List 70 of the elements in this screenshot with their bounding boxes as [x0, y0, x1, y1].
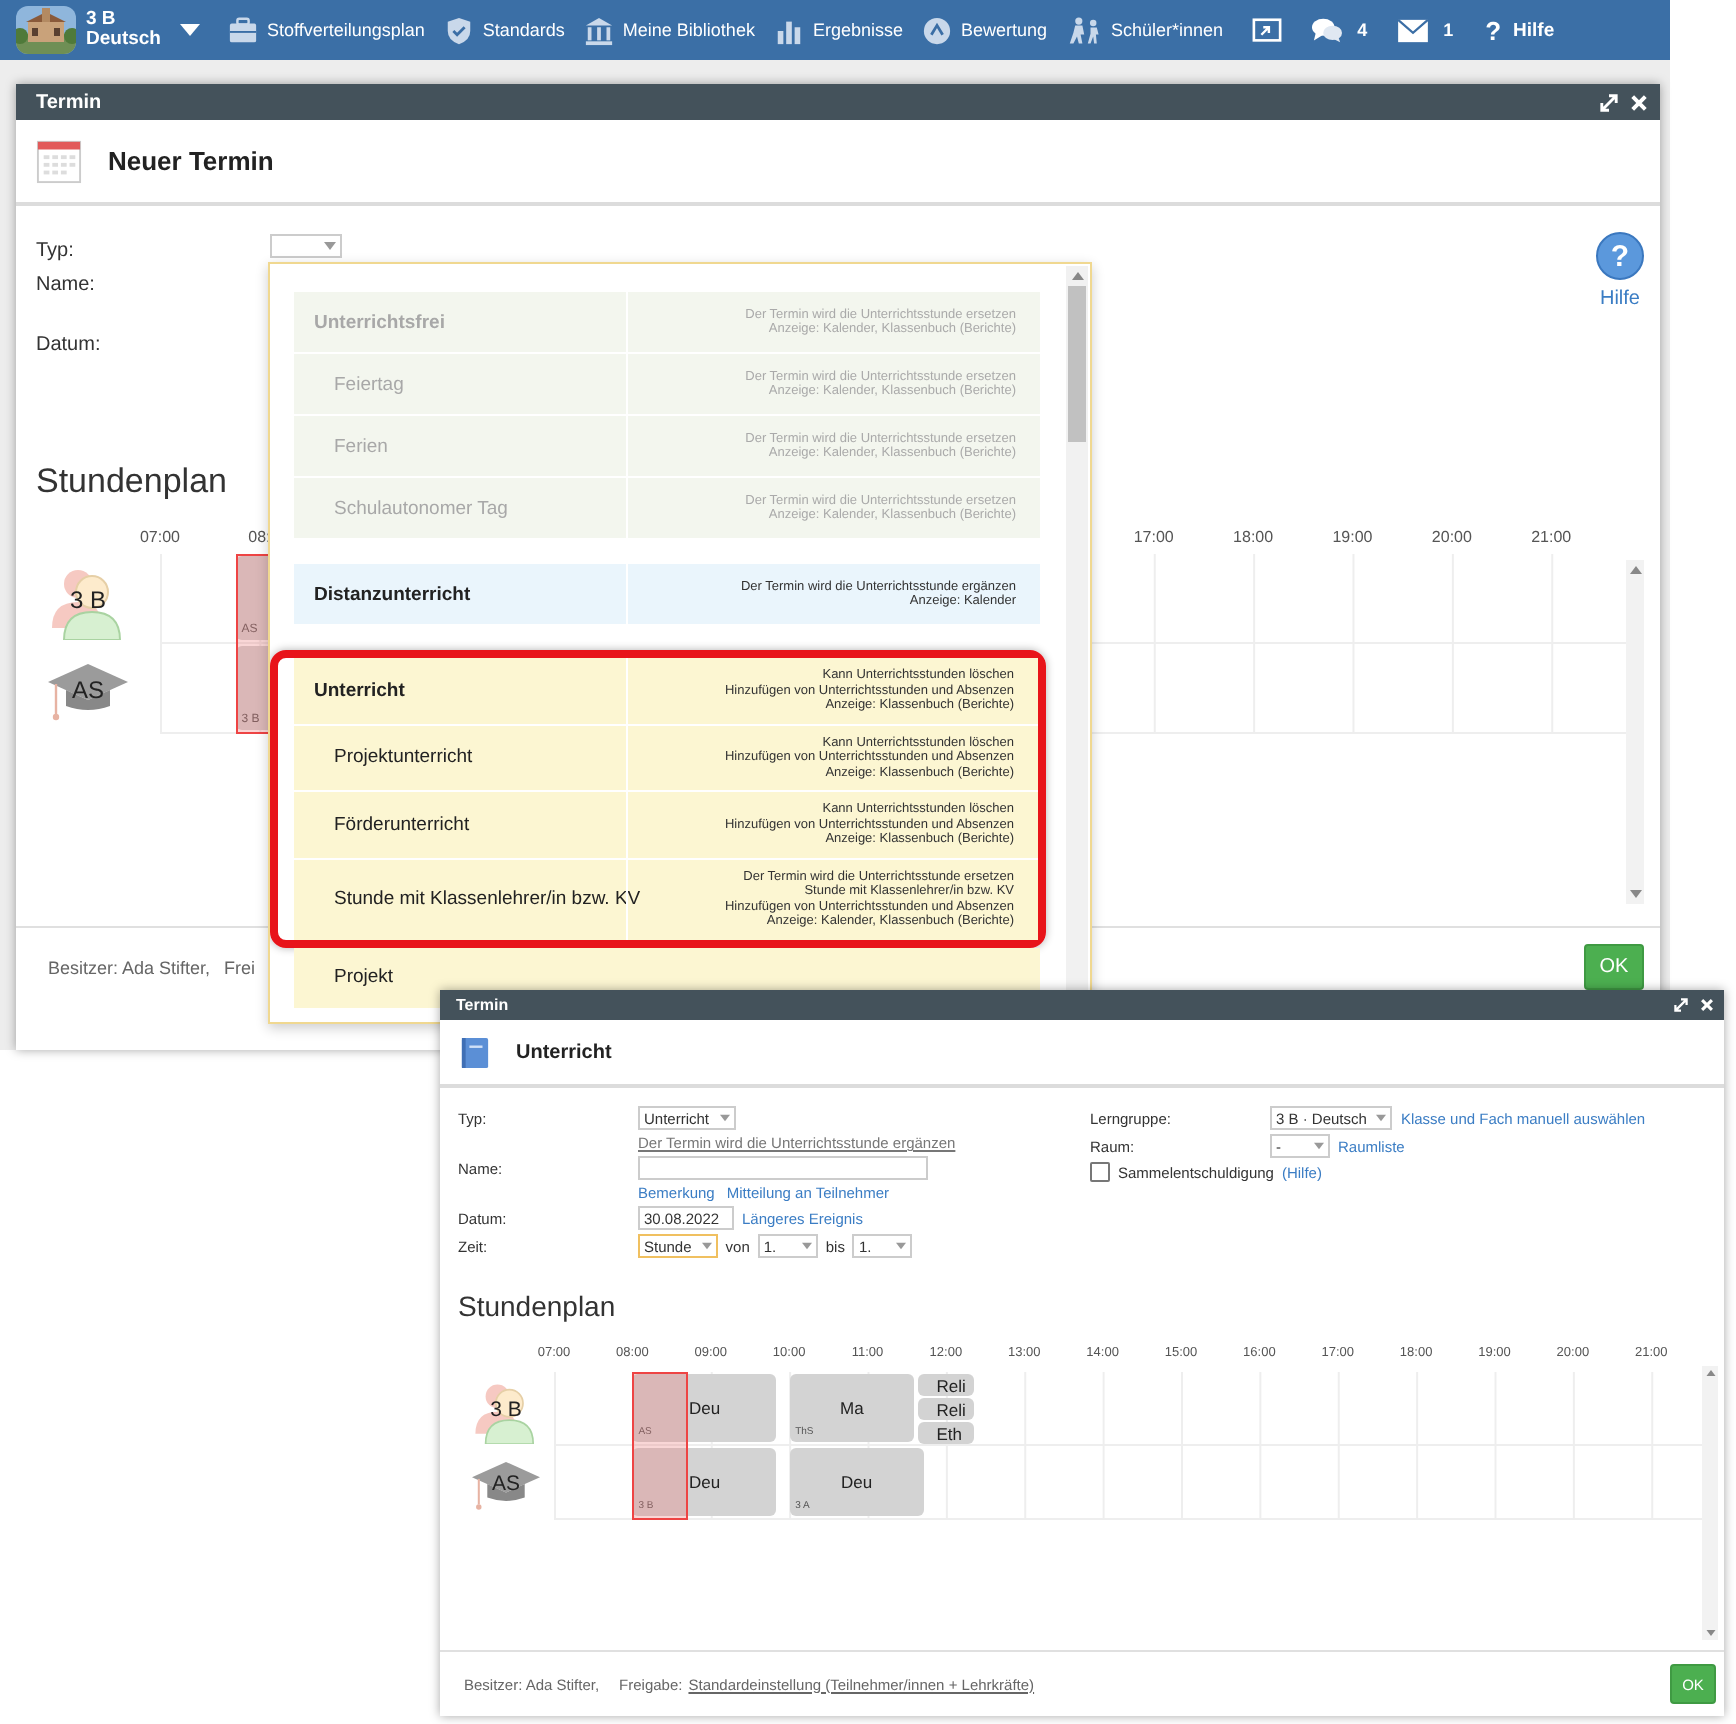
calendar-icon: [36, 138, 82, 184]
checkbox[interactable]: [1090, 1162, 1110, 1182]
screen-share-icon[interactable]: [1251, 15, 1282, 45]
field-label: Datum:: [36, 334, 103, 356]
caret-icon[interactable]: [896, 1242, 907, 1250]
nav-link[interactable]: Meine Bibliothek: [584, 15, 755, 45]
type-select[interactable]: [270, 233, 342, 257]
field-label: Typ:: [36, 240, 76, 262]
people-walking-icon[interactable]: [1067, 15, 1104, 45]
chat-icon[interactable]: [1309, 15, 1344, 45]
dialog-heading: Unterricht: [516, 1041, 612, 1063]
book-icon: [460, 1035, 490, 1069]
ok-button[interactable]: OK: [1584, 944, 1644, 990]
section-heading: Stundenplan: [458, 1290, 616, 1326]
scroll-down-icon[interactable]: [1705, 1630, 1715, 1636]
section-heading: Stundenplan: [36, 462, 227, 504]
caret-icon[interactable]: [701, 1242, 712, 1250]
hour-label: 21:00: [1531, 528, 1572, 546]
briefcase-icon[interactable]: [228, 15, 259, 45]
badge-icon[interactable]: [922, 15, 953, 45]
caret-icon[interactable]: [1314, 1142, 1324, 1150]
caret-icon[interactable]: [719, 1114, 730, 1122]
scrollbar[interactable]: [1626, 560, 1644, 904]
scroll-up-icon[interactable]: [1705, 1370, 1715, 1376]
nav-link[interactable]: Stoffverteilungsplan: [228, 15, 425, 45]
name-input-field[interactable]: [638, 1156, 928, 1180]
window-title: Termin: [36, 91, 102, 113]
help-button[interactable]: ?: [1596, 232, 1644, 280]
hour-label: 20:00: [1431, 528, 1472, 546]
nav-link[interactable]: Ergebnisse: [774, 15, 903, 45]
help-link[interactable]: ? Hilfe: [1485, 15, 1555, 45]
hour-label: 07:00: [139, 528, 181, 546]
row-label: 3 B: [70, 585, 106, 613]
lesson-block[interactable]: Reli: [918, 1374, 974, 1396]
caret-icon[interactable]: [180, 24, 201, 36]
nav-link[interactable]: Schüler*innen: [1067, 15, 1224, 45]
lesson-block[interactable]: Eth: [918, 1422, 974, 1444]
dialog-heading: Neuer Termin: [108, 146, 274, 176]
mail-icon[interactable]: [1395, 17, 1430, 43]
expand-icon[interactable]: [1674, 998, 1688, 1012]
row-label: AS: [492, 1471, 520, 1495]
expand-icon[interactable]: [1600, 93, 1618, 111]
nav-link[interactable]: Standards: [444, 15, 565, 45]
class-menu-button[interactable]: 3 B Deutsch: [76, 10, 201, 50]
row-label: AS: [72, 675, 104, 703]
owner-text: Besitzer: Ada Stifter,: [48, 956, 211, 982]
hour-label: 17:00: [1133, 528, 1174, 546]
hour-label: 18:00: [1233, 528, 1274, 546]
lesson-block[interactable]: Reli: [918, 1398, 974, 1420]
caret-icon[interactable]: [801, 1242, 812, 1250]
nav-link[interactable]: Bewertung: [922, 15, 1048, 45]
field-label: Name:: [36, 274, 97, 296]
sharing-text: Frei: [224, 956, 256, 982]
caret-icon[interactable]: [1376, 1114, 1387, 1122]
close-icon[interactable]: [1700, 998, 1714, 1012]
close-icon[interactable]: [1630, 93, 1648, 111]
shield-icon[interactable]: [444, 15, 475, 45]
caret-icon[interactable]: [324, 241, 336, 249]
hour-label: 19:00: [1332, 528, 1373, 546]
library-icon[interactable]: [584, 15, 615, 45]
scroll-up-icon[interactable]: [1071, 272, 1083, 280]
hour-label: 08:: [248, 528, 271, 546]
nav-link[interactable]: 4: [1309, 15, 1368, 45]
help-link[interactable]: Hilfe: [1599, 288, 1640, 310]
scroll-up-icon[interactable]: [1629, 566, 1641, 574]
scroll-down-icon[interactable]: [1629, 890, 1641, 898]
nav-link[interactable]: 1: [1395, 17, 1454, 43]
scrollbar-thumb[interactable]: [1068, 286, 1086, 442]
row-label: 3 B: [490, 1397, 522, 1421]
scrollbar[interactable]: [1702, 1366, 1718, 1640]
